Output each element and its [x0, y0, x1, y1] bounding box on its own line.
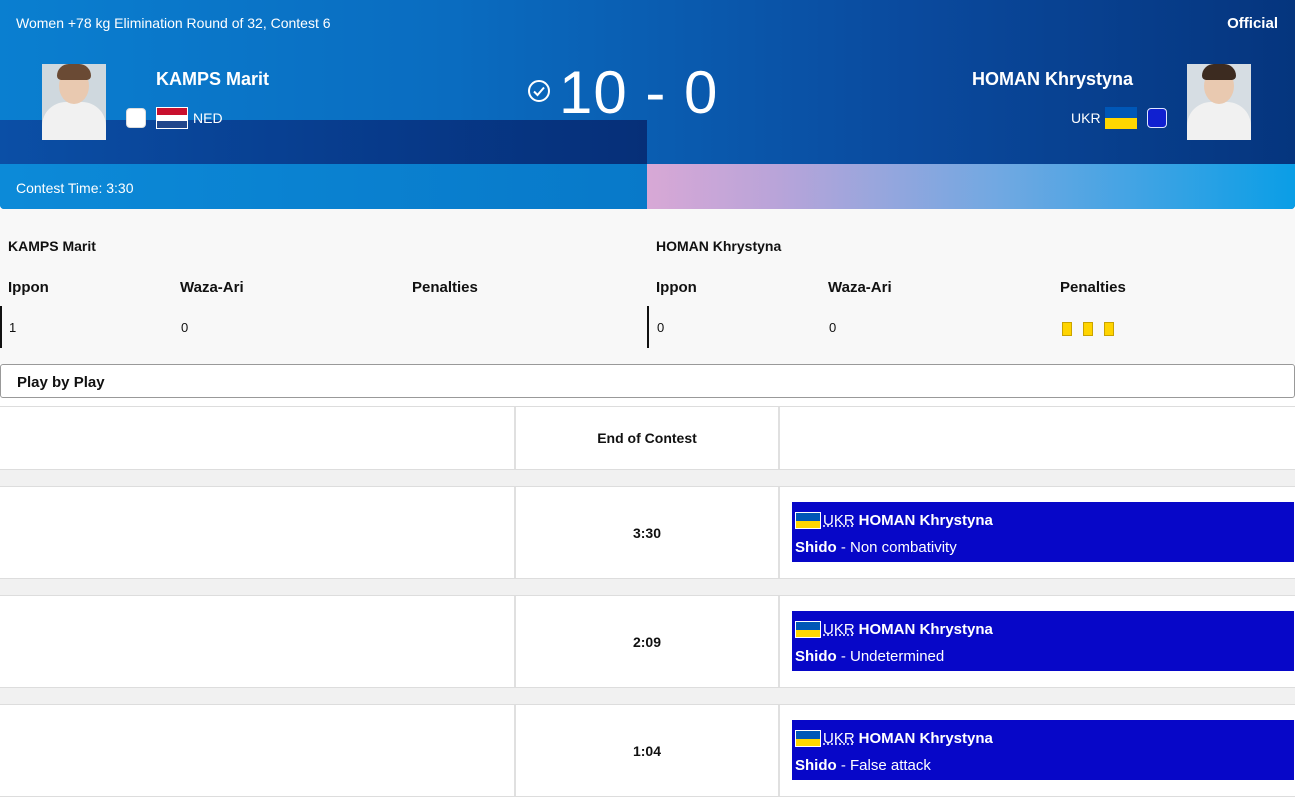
penalties-header-left: Penalties: [412, 279, 478, 296]
nation-right: UKR: [1071, 110, 1101, 126]
athlete-name-left: KAMPS Marit: [156, 69, 270, 89]
summary-name-left: KAMPS Marit: [8, 238, 96, 254]
waza-ari-header-right: Waza-Ari: [828, 279, 892, 296]
check-circle-icon: [528, 80, 550, 102]
ippon-value-left: 1: [9, 320, 17, 335]
event-card[interactable]: UKR HOMAN Khrystyna Shido - False attack: [792, 720, 1294, 780]
contest-time: Contest Time: 3:30: [16, 180, 134, 196]
ukr-flag-icon: [795, 621, 821, 638]
blue-judogi-indicator: [1147, 108, 1167, 128]
penalties-header-right: Penalties: [1060, 279, 1126, 296]
event-card[interactable]: UKR HOMAN Khrystyna Shido - Non combativit…: [792, 502, 1294, 562]
event-time: 1:04: [632, 743, 662, 759]
event-time: 3:30: [632, 525, 662, 541]
contest-header: Women +78 kg Elimination Round of 32, Co…: [0, 0, 1295, 209]
athlete-name-right: HOMAN Khrystyna: [971, 69, 1133, 89]
ned-flag-icon: [156, 107, 188, 129]
event-nation: UKR: [823, 512, 855, 529]
summary-name-right: HOMAN Khrystyna: [656, 238, 782, 254]
status-badge: Official: [1227, 15, 1278, 32]
row-divider-left: [0, 306, 2, 348]
play-by-play-title: Play by Play: [17, 374, 105, 391]
end-of-contest-row: End of Contest: [0, 406, 1295, 470]
event-card[interactable]: UKR HOMAN Khrystyna Shido - Undetermined: [792, 611, 1294, 671]
event-row: 2:09 UKR HOMAN Khrystyna Shido - Undetermin…: [0, 595, 1295, 688]
ukr-flag-icon: [795, 512, 821, 529]
event-row: 1:04 UKR HOMAN Khrystyna Shido - False atta…: [0, 704, 1295, 797]
nation-left: NED: [193, 110, 223, 126]
event-nation: UKR: [823, 730, 855, 747]
play-by-play-toggle[interactable]: Play by Play: [0, 364, 1295, 398]
event-nation: UKR: [823, 621, 855, 638]
end-of-contest-label: End of Contest: [597, 430, 697, 446]
white-judogi-indicator: [126, 108, 146, 128]
athlete-photo-left: [42, 64, 106, 140]
event-detail: - False attack: [836, 757, 931, 774]
event-type: Shido: [795, 757, 837, 774]
event-detail: - Undetermined: [836, 648, 945, 665]
ippon-header-left: Ippon: [8, 279, 49, 296]
waza-ari-value-right: 0: [829, 320, 837, 335]
event-time: 2:09: [632, 634, 662, 650]
penalty-card-icon: [1104, 322, 1114, 336]
penalty-card-icon: [1083, 322, 1093, 336]
athlete-photo-right: [1187, 64, 1251, 140]
header-bottom-right: [647, 164, 1295, 209]
ippon-header-right: Ippon: [656, 279, 697, 296]
contest-title: Women +78 kg Elimination Round of 32, Co…: [16, 15, 331, 31]
event-type: Shido: [795, 539, 837, 556]
event-athlete: HOMAN Khrystyna: [858, 512, 993, 529]
event-row: 3:30 UKR HOMAN Khrystyna Shido - Non combat…: [0, 486, 1295, 579]
waza-ari-header-left: Waza-Ari: [180, 279, 244, 296]
event-type: Shido: [795, 648, 837, 665]
event-detail: - Non combativity: [836, 539, 957, 556]
score-display: 10 - 0: [559, 59, 719, 126]
event-athlete: HOMAN Khrystyna: [858, 730, 993, 747]
row-divider-right: [647, 306, 649, 348]
ukr-flag-icon: [795, 730, 821, 747]
ippon-value-right: 0: [657, 320, 665, 335]
penalty-card-icon: [1062, 322, 1072, 336]
ukr-flag-icon: [1105, 107, 1137, 129]
waza-ari-value-left: 0: [181, 320, 189, 335]
event-athlete: HOMAN Khrystyna: [858, 621, 993, 638]
